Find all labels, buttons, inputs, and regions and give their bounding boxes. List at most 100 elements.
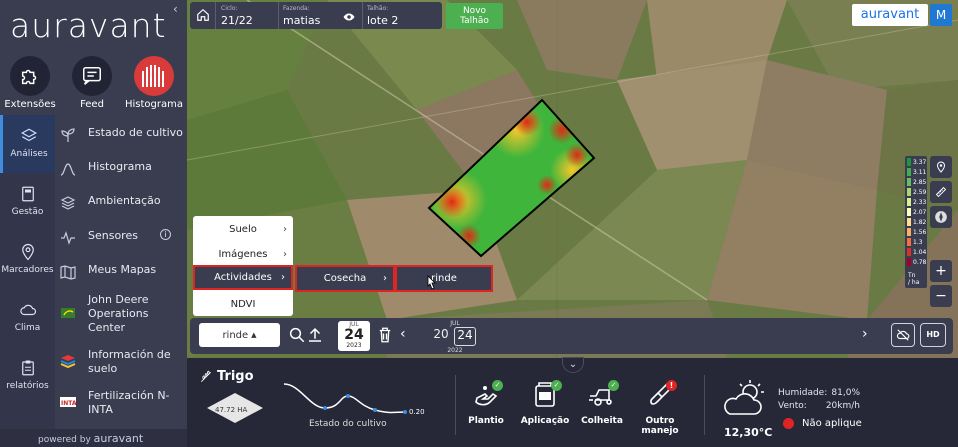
date-range[interactable]: JUL 20 24 2022 <box>430 320 480 354</box>
legend-unit: Tn / ha <box>908 272 919 286</box>
feed-icon <box>83 67 101 85</box>
menu-item-histograma[interactable]: Histograma <box>60 160 185 177</box>
rail-label: Clima <box>14 323 41 333</box>
growth-label: Estado do cultivo <box>309 419 387 429</box>
talhao-selector[interactable]: Talhão: lote 2 <box>362 2 442 29</box>
rail-item-marcadores[interactable]: Marcadores <box>0 231 55 289</box>
fazenda-selector[interactable]: Fazenda: matias <box>278 2 362 29</box>
collapse-sidebar-icon[interactable]: ‹ <box>173 2 178 16</box>
sprout-icon <box>61 128 75 142</box>
menu-item-informacion-suelo[interactable]: Información de suelo <box>60 348 185 376</box>
measure-button[interactable] <box>930 181 952 203</box>
growth-point <box>346 394 350 398</box>
prev-date-button[interactable]: ‹ <box>400 326 406 342</box>
marker-icon <box>21 243 34 261</box>
location-pin-icon <box>936 161 946 173</box>
alert-icon: ! <box>666 380 677 391</box>
map-view[interactable] <box>187 0 958 358</box>
menu-item-label: Información de suelo <box>88 348 171 375</box>
rail-label: Marcadores <box>1 265 54 275</box>
zoom-in-button[interactable]: + <box>930 260 952 282</box>
upload-icon[interactable] <box>306 326 324 344</box>
menu-item-john-deere[interactable]: John Deere Operations Center <box>60 293 185 335</box>
wind-label: Vento: <box>778 401 807 411</box>
novo-talhao-button[interactable]: Novo Talhão <box>446 3 503 29</box>
feed-button[interactable]: Feed <box>62 56 122 110</box>
rail-item-gestao[interactable]: Gestão <box>0 173 55 231</box>
legend-value: 1.04 <box>913 248 927 256</box>
range-day-start[interactable]: 20 <box>430 327 452 346</box>
menu-item-ambientacao[interactable]: Ambientação <box>60 194 185 211</box>
rail-item-clima[interactable]: Clima <box>0 289 55 347</box>
menu-suelo[interactable]: Suelo › <box>193 217 293 241</box>
histogram-button[interactable]: Histograma <box>124 56 184 110</box>
extensions-label: Extensões <box>4 99 56 110</box>
activity-aplicacao[interactable]: ✓ Aplicação <box>515 380 575 426</box>
legend-entry: 2.07 <box>907 208 926 216</box>
layers-icon <box>60 196 76 210</box>
layer-menu: Suelo › Imágenes › Actividades › NDVI <box>193 216 293 316</box>
hd-button[interactable]: HD <box>920 323 946 347</box>
humidity-row: Humidade: 81,0% <box>778 388 860 398</box>
menu-item-sensores[interactable]: Sensores i <box>60 229 185 246</box>
report-icon <box>21 360 34 376</box>
eye-icon[interactable] <box>343 11 355 23</box>
search-icon[interactable] <box>288 326 306 344</box>
home-button[interactable] <box>190 2 216 29</box>
legend-value: 0.78 <box>913 258 927 266</box>
svg-text:INTA: INTA <box>61 400 76 407</box>
menu-suelo-label: Suelo <box>229 223 257 235</box>
legend-entry: 1.3 <box>907 238 923 246</box>
check-icon: ✓ <box>492 380 503 391</box>
submenu-actividades: Cosecha › <box>295 265 395 292</box>
menu-actividades[interactable]: Actividades › <box>193 265 293 290</box>
layers-icon <box>21 128 37 142</box>
rail-item-relatorios[interactable]: relatórios <box>0 347 55 405</box>
layer-select[interactable]: rinde ▲ <box>199 323 280 347</box>
menu-imagenes[interactable]: Imágenes › <box>193 242 293 266</box>
legend-value: 2.33 <box>913 198 927 206</box>
compass-button[interactable] <box>930 206 952 228</box>
selected-date[interactable]: JUL 24 2023 <box>338 321 370 351</box>
legend-value: 3.37 <box>913 158 927 166</box>
activity-outro-manejo[interactable]: ! Outro manejo <box>630 380 690 436</box>
field-area: 47.72 HA <box>215 406 248 414</box>
partly-cloudy-icon <box>724 380 764 415</box>
menu-ndvi[interactable]: NDVI <box>193 292 293 316</box>
extensions-button[interactable]: Extensões <box>0 56 60 110</box>
next-date-button[interactable]: › <box>862 326 868 342</box>
legend-entry: 1.04 <box>907 248 926 256</box>
fazenda-value: matias <box>283 14 321 27</box>
legend-entry: 0.78 <box>907 258 926 266</box>
ruler-icon <box>935 186 947 198</box>
check-icon: ✓ <box>551 380 562 391</box>
legend-value: 1.56 <box>913 228 927 236</box>
ciclo-selector[interactable]: Ciclo: 21/22 <box>217 2 277 29</box>
info-icon[interactable]: i <box>160 229 171 240</box>
crop-name: Trigo <box>199 369 254 384</box>
menu-item-fertilizacion[interactable]: INTA Fertilización N-INTA <box>60 389 185 417</box>
cloud-filter-button[interactable] <box>891 323 915 347</box>
activity-colheita[interactable]: ✓ Colheita <box>572 380 632 426</box>
histogram-icon <box>142 65 164 87</box>
menu-rinde[interactable]: rinde <box>395 265 493 292</box>
range-day-end[interactable]: 24 <box>454 327 476 346</box>
activity-plantio[interactable]: ✓ Plantio <box>456 380 516 426</box>
rail-item-analises[interactable]: Análises <box>0 115 55 173</box>
home-icon <box>197 8 209 21</box>
left-rail: Análises Gestão Marcadores Clima relatór… <box>0 115 55 430</box>
mouse-cursor-icon <box>427 275 436 290</box>
legend-entry: 1.82 <box>907 218 926 226</box>
menu-cosecha[interactable]: Cosecha › <box>295 265 395 292</box>
novo-line1: Novo <box>462 6 487 16</box>
user-avatar[interactable]: M <box>930 4 952 26</box>
inta-icon: INTA <box>60 397 76 407</box>
legend-unit-line1: Tn <box>908 272 916 279</box>
location-button[interactable] <box>930 156 952 178</box>
field-selector-bar: Ciclo: 21/22 Fazenda: matias Talhão: lot… <box>190 2 442 29</box>
zoom-out-button[interactable]: − <box>930 285 952 307</box>
range-year: 2022 <box>447 347 463 354</box>
menu-item-estado-de-cultivo[interactable]: Estado de cultivo <box>60 126 185 143</box>
trash-icon[interactable] <box>376 326 394 344</box>
menu-item-meus-mapas[interactable]: Meus Mapas <box>60 263 185 280</box>
